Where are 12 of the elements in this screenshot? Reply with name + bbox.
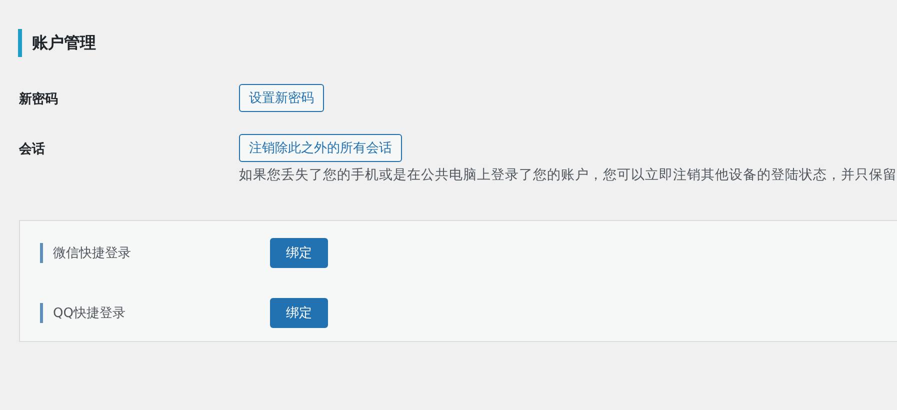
login-label: QQ快捷登录 [53, 305, 126, 322]
action-button[interactable]: 注销除此之外的所有会话 [239, 134, 402, 162]
description-text: 如果您丢失了您的手机或是在公共电脑上登录了您的账户，您可以立即注销其他设备的登陆状态，并只保留 [239, 166, 897, 184]
field-label: 新密码 [18, 90, 59, 109]
section-title: 账户管理 [18, 29, 96, 57]
action-button[interactable]: 设置新密码 [239, 84, 324, 112]
bind-button[interactable]: 绑定 [270, 238, 328, 268]
bind-button[interactable]: 绑定 [270, 298, 328, 328]
accent-bar [40, 303, 43, 323]
login-label: 微信快捷登录 [53, 245, 131, 262]
accent-bar [40, 243, 43, 263]
field-label: 会话 [18, 141, 46, 159]
